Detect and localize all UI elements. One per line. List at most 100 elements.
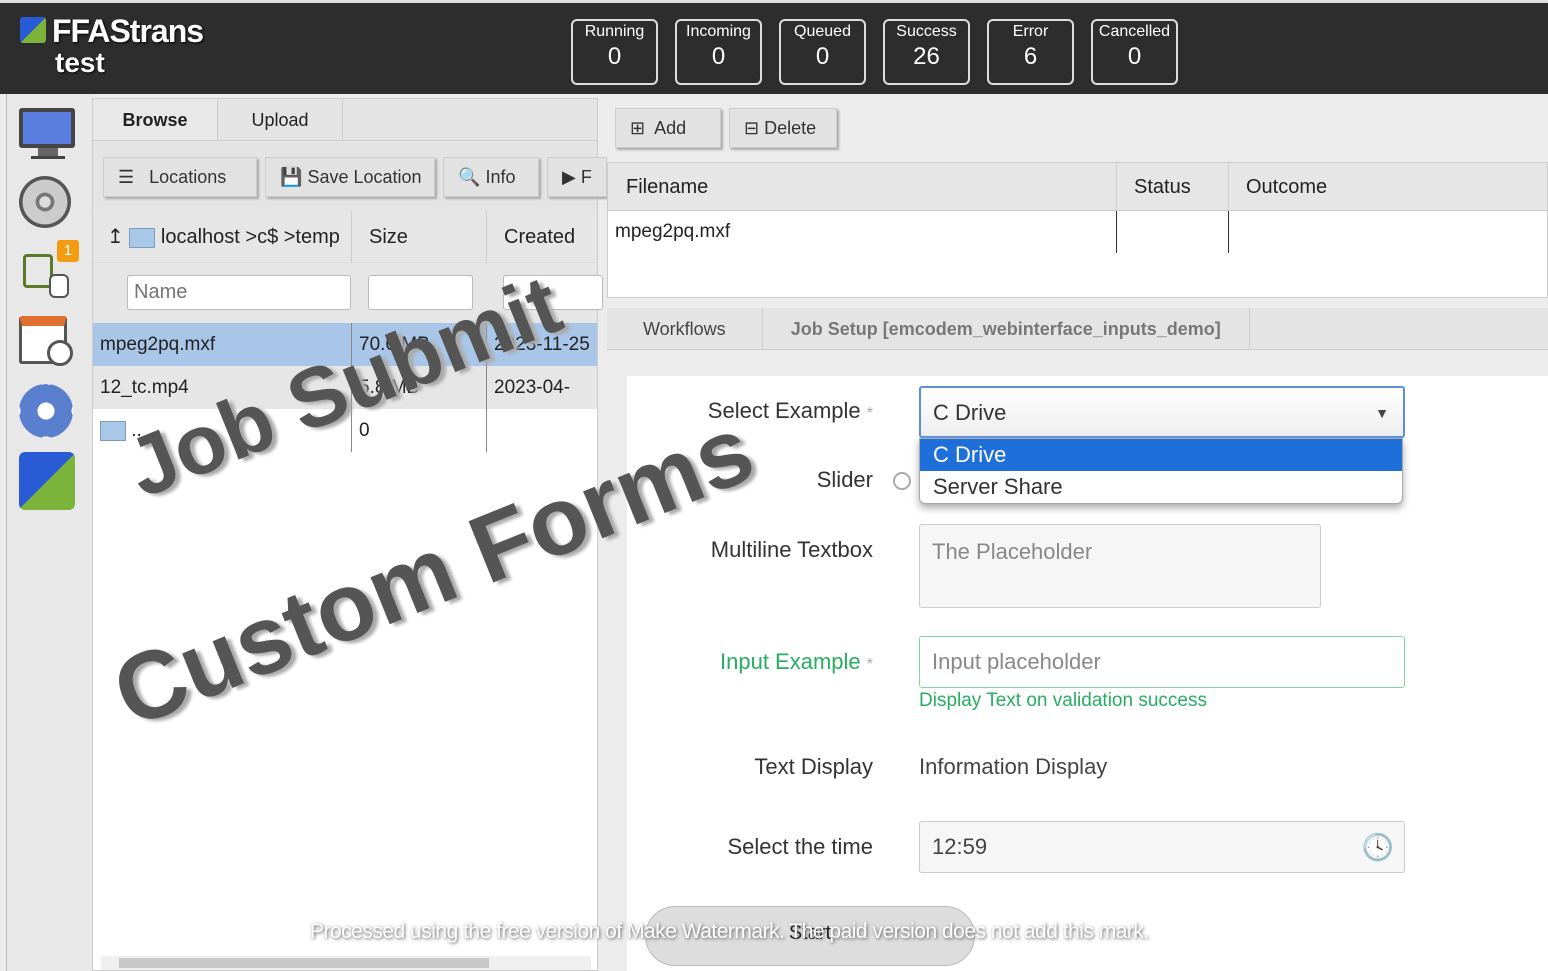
button-label: Delete bbox=[764, 118, 817, 138]
up-arrow-icon[interactable]: ↥ bbox=[107, 226, 124, 248]
input-example-label: Input Example * bbox=[720, 649, 873, 674]
stat-error[interactable]: Error 6 bbox=[987, 19, 1074, 85]
stat-cancelled[interactable]: Cancelled 0 bbox=[1091, 19, 1178, 85]
option-server-share[interactable]: Server Share bbox=[920, 471, 1402, 503]
monitor-icon[interactable] bbox=[19, 108, 77, 164]
job-row[interactable]: mpeg2pq.mxf bbox=[608, 211, 1547, 253]
button-label: Locations bbox=[149, 167, 227, 187]
tab-upload[interactable]: Upload bbox=[218, 99, 343, 140]
file-row[interactable]: 12_tc.mp4 5.8 MB 2023-04- bbox=[93, 366, 597, 409]
add-button[interactable]: ⊞ Add bbox=[615, 108, 721, 148]
button-label: Save Location bbox=[307, 167, 422, 187]
horizontal-scrollbar[interactable] bbox=[101, 956, 591, 970]
search-icon: 🔍 bbox=[458, 167, 481, 187]
play-button[interactable]: ▶ F bbox=[547, 157, 607, 197]
validation-success-text: Display Text on validation success bbox=[919, 690, 1207, 711]
app-subtitle: test bbox=[55, 47, 105, 78]
minus-folder-icon: ⊟ bbox=[744, 118, 760, 138]
stat-queued[interactable]: Queued 0 bbox=[779, 19, 866, 85]
file-row[interactable]: mpeg2pq.mxf 70.6 MB 2023-11-25 bbox=[93, 323, 597, 366]
file-name: .. bbox=[93, 409, 351, 452]
stat-incoming[interactable]: Incoming 0 bbox=[675, 19, 762, 85]
created-filter-input[interactable] bbox=[503, 275, 603, 310]
slider-handle[interactable] bbox=[893, 472, 911, 490]
folder-icon bbox=[129, 227, 156, 248]
button-label: Info bbox=[485, 167, 516, 187]
plus-folder-icon: ⊞ bbox=[630, 118, 646, 138]
delete-button[interactable]: ⊟ Delete bbox=[729, 108, 837, 148]
file-name: mpeg2pq.mxf bbox=[100, 334, 216, 355]
stat-label: Cancelled bbox=[1098, 23, 1171, 40]
text-display-value: Information Display bbox=[919, 754, 1108, 779]
watermark-footer: Processed using the free version of Make… bbox=[310, 920, 1149, 943]
info-button[interactable]: 🔍 Info bbox=[443, 157, 539, 197]
save-icon: 💾 bbox=[280, 167, 303, 187]
multiline-label: Multiline Textbox bbox=[710, 537, 873, 562]
stat-label: Running bbox=[584, 23, 645, 40]
slider-label: Slider bbox=[816, 467, 873, 492]
name-filter-input[interactable] bbox=[127, 275, 351, 310]
workflow-icon[interactable]: 1 bbox=[19, 240, 79, 300]
file-size: 0 bbox=[351, 409, 486, 452]
file-browser-panel: Browse Upload ☰ Locations 💾 Save Locatio… bbox=[92, 98, 607, 971]
stat-success[interactable]: Success 26 bbox=[883, 19, 970, 85]
file-created: 2023-11-25 bbox=[486, 323, 606, 366]
app-header: FFAStrans test Running 0 Incoming 0 Queued… bbox=[0, 0, 1548, 94]
folder-icon bbox=[100, 420, 126, 441]
clock-icon[interactable]: 🕓 bbox=[1362, 822, 1394, 872]
jobs-table: Filename Status Outcome mpeg2pq.mxf bbox=[607, 162, 1548, 298]
gear-icon[interactable] bbox=[19, 384, 77, 440]
select-example-dropdown[interactable]: C Drive ▼ bbox=[919, 386, 1405, 438]
time-input[interactable]: 12:59 🕓 bbox=[919, 821, 1405, 873]
play-icon: ▶ bbox=[562, 167, 576, 187]
job-outcome bbox=[1228, 211, 1229, 253]
save-location-button[interactable]: 💾 Save Location bbox=[265, 157, 435, 197]
column-created[interactable]: Created bbox=[486, 211, 606, 263]
path-text: localhost >c$ >temp bbox=[160, 226, 340, 248]
chevron-down-icon: ▼ bbox=[1375, 405, 1389, 421]
stat-label: Incoming bbox=[686, 23, 751, 40]
column-size[interactable]: Size bbox=[351, 211, 486, 263]
stat-label: Queued bbox=[794, 23, 851, 40]
column-filename[interactable]: Filename bbox=[626, 163, 708, 211]
stat-value: 0 bbox=[607, 43, 622, 70]
tab-workflows[interactable]: Workflows bbox=[607, 308, 763, 349]
stat-value: 0 bbox=[1127, 43, 1142, 70]
calendar-clock-icon[interactable] bbox=[19, 316, 77, 372]
file-created: 2023-04- bbox=[486, 366, 606, 409]
file-row[interactable]: .. 0 bbox=[93, 409, 597, 452]
locations-button[interactable]: ☰ Locations bbox=[103, 157, 257, 197]
file-name: 12_tc.mp4 bbox=[100, 377, 189, 398]
sidebar: 1 bbox=[6, 94, 92, 971]
ffastrans-logo-icon bbox=[20, 17, 46, 43]
file-size: 5.8 MB bbox=[351, 366, 486, 409]
input-example-field[interactable]: Input placeholder bbox=[919, 636, 1405, 688]
column-status[interactable]: Status bbox=[1116, 163, 1228, 211]
file-created bbox=[486, 409, 606, 452]
option-c-drive[interactable]: C Drive bbox=[920, 439, 1402, 471]
stat-label: Error bbox=[1012, 23, 1049, 40]
stat-label: Success bbox=[896, 23, 957, 40]
stat-value: 0 bbox=[711, 43, 726, 70]
stat-value: 26 bbox=[913, 43, 940, 70]
select-example-label: Select Example * bbox=[707, 398, 873, 423]
tab-browse[interactable]: Browse bbox=[93, 99, 218, 140]
list-icon: ☰ bbox=[118, 167, 135, 187]
parent-dir: .. bbox=[131, 420, 142, 441]
stat-value: 0 bbox=[815, 43, 830, 70]
size-filter-input[interactable] bbox=[368, 275, 473, 310]
ffastrans-logo-icon[interactable] bbox=[19, 452, 77, 510]
stat-running[interactable]: Running 0 bbox=[571, 19, 658, 85]
path-breadcrumb[interactable]: ↥ localhost >c$ >temp bbox=[107, 211, 340, 263]
film-reel-icon[interactable] bbox=[19, 176, 77, 232]
file-size: 70.6 MB bbox=[351, 323, 486, 366]
stat-value: 6 bbox=[1023, 43, 1038, 70]
column-outcome[interactable]: Outcome bbox=[1228, 163, 1548, 211]
notification-badge: 1 bbox=[57, 240, 79, 262]
button-label: F bbox=[580, 167, 592, 187]
tab-job-setup[interactable]: Job Setup [emcodem_webinterface_inputs_d… bbox=[763, 308, 1250, 349]
text-display-label: Text Display bbox=[754, 754, 873, 779]
app-title: FFAStrans bbox=[52, 13, 204, 49]
multiline-textbox[interactable]: The Placeholder bbox=[919, 524, 1321, 608]
select-options-list: C Drive Server Share bbox=[919, 438, 1403, 504]
